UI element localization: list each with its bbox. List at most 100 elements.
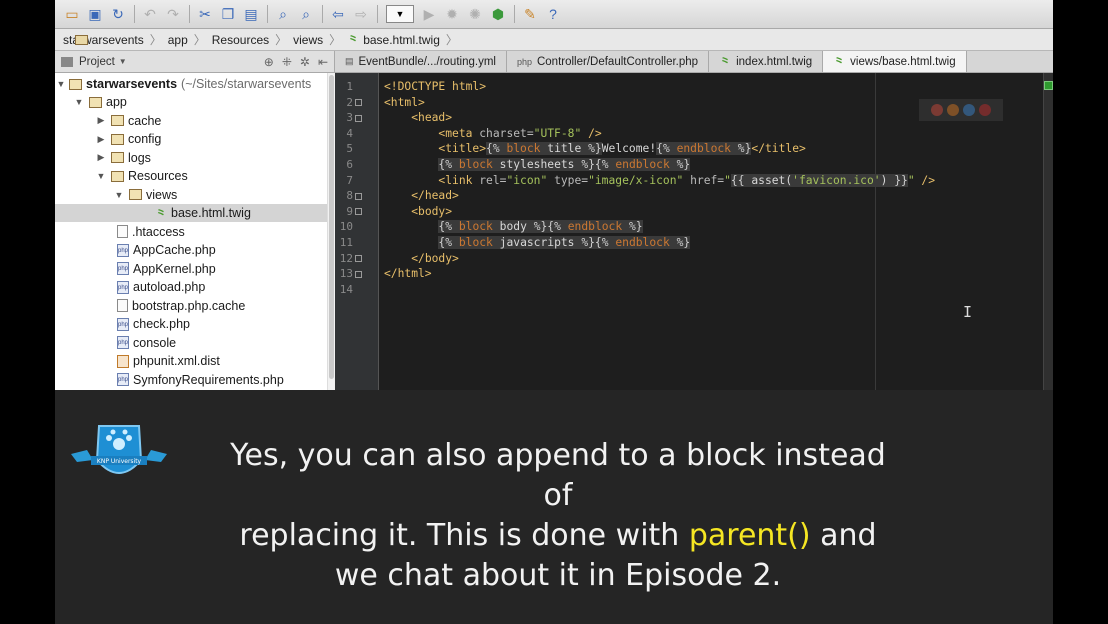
project-panel-header[interactable]: Project ▼ ⊕ ⁜ ✲ ⇤ bbox=[55, 51, 335, 73]
tree-item-appcache[interactable]: php AppCache.php bbox=[55, 241, 327, 259]
tree-item-cache[interactable]: ▶ cache bbox=[55, 112, 327, 130]
chevron-down-icon[interactable]: ▼ bbox=[113, 190, 125, 200]
tree-item-console[interactable]: php console bbox=[55, 334, 327, 352]
tree-item-bootstrap[interactable]: bootstrap.php.cache bbox=[55, 297, 327, 315]
tree-item-views[interactable]: ▼ views bbox=[55, 186, 327, 204]
line-number: 7 bbox=[346, 173, 353, 187]
locate-icon[interactable]: ⊕ bbox=[264, 55, 274, 69]
undo-icon[interactable]: ↶ bbox=[139, 3, 161, 25]
tree-item-label: cache bbox=[128, 113, 162, 128]
tree-item-symfony-requirements[interactable]: php SymfonyRequirements.php bbox=[55, 371, 327, 389]
open-folder-icon[interactable]: ▭ bbox=[61, 3, 83, 25]
tree-item-base-twig[interactable]: ⺀ base.html.twig bbox=[55, 204, 327, 222]
breadcrumb-item[interactable]: views 〉 bbox=[75, 31, 341, 48]
tab-base-twig[interactable]: ⺀ views/base.html.twig bbox=[823, 51, 967, 72]
breadcrumb-label: views bbox=[293, 32, 324, 47]
tab-index-twig[interactable]: ⺀ index.html.twig bbox=[709, 51, 824, 72]
tree-item-logs[interactable]: ▶ logs bbox=[55, 149, 327, 167]
replace-icon[interactable]: ⌕ bbox=[295, 3, 317, 25]
tree-item-phpunit[interactable]: phpunit.xml.dist bbox=[55, 352, 327, 370]
sync-icon[interactable]: ↻ bbox=[107, 3, 129, 25]
tree-item-resources[interactable]: ▼ Resources bbox=[55, 167, 327, 185]
tree-item-config[interactable]: ▶ config bbox=[55, 130, 327, 148]
paste-icon[interactable]: ▤ bbox=[240, 3, 262, 25]
chevron-down-icon[interactable]: ▼ bbox=[55, 79, 67, 89]
find-icon[interactable]: ⌕ bbox=[272, 3, 294, 25]
folder-icon bbox=[111, 152, 124, 163]
redo-icon[interactable]: ↷ bbox=[162, 3, 184, 25]
code-editor[interactable]: <!DOCTYPE html> <html> <head> <meta char… bbox=[379, 73, 1043, 390]
save-icon[interactable]: ▣ bbox=[84, 3, 106, 25]
tree-item-label: bootstrap.php.cache bbox=[132, 298, 246, 313]
browser-preview-icons bbox=[919, 99, 1003, 121]
project-panel-title: Project bbox=[79, 55, 115, 68]
settings-icon[interactable]: ✎ bbox=[519, 3, 541, 25]
chevron-right-icon: 〉 bbox=[275, 33, 288, 47]
tree-item-appkernel[interactable]: php AppKernel.php bbox=[55, 260, 327, 278]
firefox-icon[interactable] bbox=[947, 104, 959, 116]
breadcrumb-item[interactable]: app 〉 bbox=[75, 31, 206, 48]
fold-marker-icon[interactable] bbox=[355, 99, 362, 106]
chevron-right-icon: 〉 bbox=[445, 33, 458, 47]
fold-marker-icon[interactable] bbox=[355, 208, 362, 215]
twig-icon: ⺀ bbox=[155, 206, 168, 221]
opera-icon[interactable] bbox=[979, 104, 991, 116]
chrome-icon[interactable] bbox=[931, 104, 943, 116]
code-line: </body> bbox=[411, 251, 459, 265]
collapse-icon[interactable]: ⁜ bbox=[282, 55, 292, 69]
breadcrumb: starwarsevents 〉 app 〉 Resources 〉 views 〉 ⺀… bbox=[55, 29, 1053, 51]
folder-icon bbox=[111, 115, 124, 126]
chevron-down-icon[interactable]: ▼ bbox=[73, 97, 85, 107]
line-number: 2 bbox=[346, 95, 353, 109]
tree-item-autoload[interactable]: php autoload.php bbox=[55, 278, 327, 296]
chevron-down-icon[interactable]: ▼ bbox=[119, 57, 127, 66]
tab-default-controller[interactable]: php Controller/DefaultController.php bbox=[507, 51, 710, 72]
chevron-right-icon[interactable]: ▶ bbox=[95, 134, 107, 145]
main-toolbar: ▭ ▣ ↻ ↶ ↷ ✂ ❐ ▤ ⌕ ⌕ ⇦ ⇨ ▼ ▶ ✹ ✺ ⬢ ✎ ? bbox=[55, 0, 1053, 29]
gear-icon[interactable]: ✲ bbox=[300, 55, 310, 69]
run-config-dropdown[interactable]: ▼ bbox=[386, 5, 414, 23]
breadcrumb-item[interactable]: ⺀ base.html.twig 〉 bbox=[347, 31, 458, 48]
chevron-down-icon[interactable]: ▼ bbox=[95, 171, 107, 181]
tree-root-path: (~/Sites/starwarsevents bbox=[181, 77, 312, 91]
fold-marker-icon[interactable] bbox=[355, 193, 362, 200]
tree-item-root[interactable]: ▼ starwarsevents (~/Sites/starwarsevents bbox=[55, 75, 327, 93]
text-cursor-icon: I bbox=[963, 303, 973, 321]
php-icon: php bbox=[516, 56, 532, 67]
editor-error-stripe[interactable] bbox=[1043, 73, 1053, 390]
coverage-icon[interactable]: ✺ bbox=[464, 3, 486, 25]
editor-tabs: ▤ EventBundle/.../routing.yml php Controll… bbox=[335, 51, 1053, 73]
copy-icon[interactable]: ❐ bbox=[217, 3, 239, 25]
tab-routing-yml[interactable]: ▤ EventBundle/.../routing.yml bbox=[335, 51, 507, 72]
chevron-right-icon[interactable]: ▶ bbox=[95, 115, 107, 126]
folder-icon bbox=[111, 170, 124, 182]
tree-item-app[interactable]: ▼ app bbox=[55, 93, 327, 111]
code-line: <body> bbox=[411, 204, 453, 218]
vcs-icon[interactable]: ⬢ bbox=[487, 3, 509, 25]
hide-panel-icon[interactable]: ⇤ bbox=[318, 55, 328, 69]
tree-item-label: phpunit.xml.dist bbox=[133, 354, 220, 368]
forward-icon[interactable]: ⇨ bbox=[350, 3, 372, 25]
line-number: 10 bbox=[339, 220, 353, 234]
php-file-icon: php bbox=[117, 262, 129, 275]
chevron-right-icon[interactable]: ▶ bbox=[95, 152, 107, 163]
run-icon[interactable]: ▶ bbox=[418, 3, 440, 25]
tree-item-htaccess[interactable]: .htaccess bbox=[55, 223, 327, 241]
help-icon[interactable]: ? bbox=[542, 3, 564, 25]
fold-marker-icon[interactable] bbox=[355, 271, 362, 278]
breadcrumb-item[interactable]: Resources 〉 bbox=[75, 31, 288, 48]
tree-item-check[interactable]: php check.php bbox=[55, 315, 327, 333]
scrollbar-thumb[interactable] bbox=[329, 75, 334, 379]
xml-file-icon bbox=[117, 354, 129, 368]
chevron-right-icon: 〉 bbox=[149, 33, 162, 47]
tree-item-label: base.html.twig bbox=[171, 206, 251, 220]
tree-item-label: autoload.php bbox=[133, 280, 206, 294]
tree-item-label: console bbox=[133, 335, 177, 350]
cut-icon[interactable]: ✂ bbox=[194, 3, 216, 25]
back-icon[interactable]: ⇦ bbox=[327, 3, 349, 25]
tree-scrollbar[interactable] bbox=[327, 73, 335, 390]
debug-icon[interactable]: ✹ bbox=[441, 3, 463, 25]
fold-marker-icon[interactable] bbox=[355, 115, 362, 122]
fold-marker-icon[interactable] bbox=[355, 255, 362, 262]
safari-icon[interactable] bbox=[963, 104, 975, 116]
